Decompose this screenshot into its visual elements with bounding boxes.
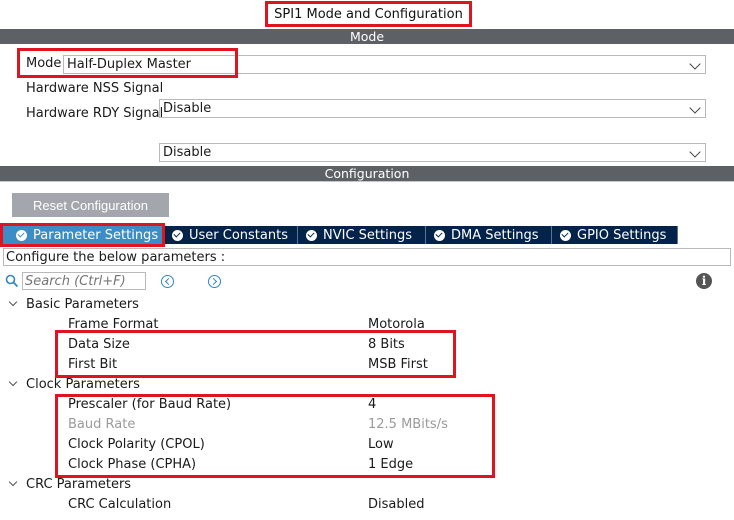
tab-parameter-settings[interactable]: Parameter Settings [0,226,164,244]
info-icon[interactable]: i [696,273,712,289]
tab-dma-settings[interactable]: DMA Settings [426,226,552,244]
group-basic-parameters[interactable]: Basic Parameters [26,297,139,312]
chevron-down-icon[interactable] [8,297,18,307]
group-clock-parameters[interactable]: Clock Parameters [26,377,140,392]
param-cpol-name[interactable]: Clock Polarity (CPOL) [68,437,205,452]
param-first-bit-value[interactable]: MSB First [368,357,428,372]
chevron-down-icon [689,58,701,70]
param-data-size-name[interactable]: Data Size [68,337,130,352]
hardware-rdy-label: Hardware RDY Signal [26,106,164,121]
tab-bar: Parameter Settings User Constants NVIC S… [0,226,678,244]
param-baud-rate-name: Baud Rate [68,417,136,432]
param-first-bit-name[interactable]: First Bit [68,357,117,372]
param-frame-format-name[interactable]: Frame Format [68,317,158,332]
tab-label: NVIC Settings [323,227,412,243]
hardware-rdy-value: Disable [163,145,212,160]
mode-select-value: Half-Duplex Master [67,57,192,72]
check-circle-icon [434,229,445,241]
chevron-down-icon[interactable] [8,477,18,487]
hardware-rdy-select[interactable]: Disable [159,143,706,162]
reset-configuration-button[interactable]: Reset Configuration [12,193,169,217]
chevron-down-icon[interactable] [8,377,18,387]
hardware-nss-value: Disable [163,101,212,116]
hardware-nss-select[interactable]: Disable [159,99,706,118]
configuration-section-header: Configuration [0,166,734,181]
check-circle-icon [306,229,317,241]
param-prescaler-value[interactable]: 4 [368,397,376,412]
hardware-nss-label: Hardware NSS Signal [26,81,164,96]
chevron-left-circle-icon[interactable] [161,275,174,288]
tab-user-constants[interactable]: User Constants [164,226,298,244]
window-title: SPI1 Mode and Configuration [265,1,472,27]
chevron-right-circle-icon[interactable] [208,275,221,288]
param-cpha-name[interactable]: Clock Phase (CPHA) [68,457,196,472]
tab-gpio-settings[interactable]: GPIO Settings [552,226,678,244]
search-input[interactable] [22,272,146,290]
group-crc-parameters[interactable]: CRC Parameters [26,477,131,492]
check-circle-icon [560,229,571,241]
param-crc-calculation-value[interactable]: Disabled [368,497,424,512]
chevron-down-icon [689,102,701,114]
tab-label: GPIO Settings [577,227,667,243]
tab-label: Parameter Settings [33,227,159,243]
tab-nvic-settings[interactable]: NVIC Settings [298,226,426,244]
param-prescaler-name[interactable]: Prescaler (for Baud Rate) [68,397,231,412]
mode-section-header: Mode [0,29,734,44]
param-cpol-value[interactable]: Low [368,437,394,452]
mode-select[interactable]: Half-Duplex Master [63,55,706,74]
param-baud-rate-value: 12.5 MBits/s [368,417,448,432]
search-icon [5,274,19,288]
tab-label: User Constants [189,227,288,243]
configure-instruction: Configure the below parameters : [3,248,731,266]
check-circle-icon [16,229,27,241]
check-circle-icon [172,229,183,241]
param-cpha-value[interactable]: 1 Edge [368,457,413,472]
chevron-down-icon [689,146,701,158]
tab-label: DMA Settings [451,227,539,243]
param-crc-calculation-name[interactable]: CRC Calculation [68,497,171,512]
section-divider [0,181,734,182]
mode-label: Mode [26,56,62,71]
param-data-size-value[interactable]: 8 Bits [368,337,405,352]
param-frame-format-value[interactable]: Motorola [368,317,425,332]
